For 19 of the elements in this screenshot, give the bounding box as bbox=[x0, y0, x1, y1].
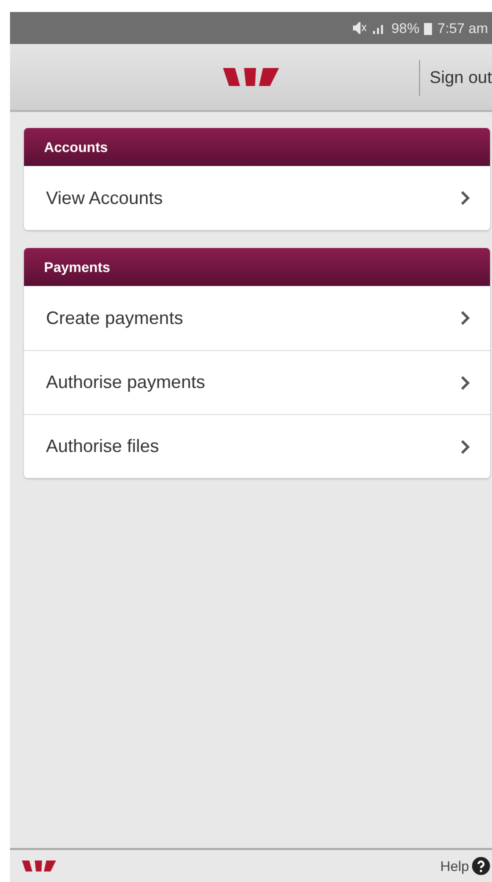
chevron-icon bbox=[460, 438, 470, 454]
battery-icon bbox=[424, 22, 432, 34]
logo-icon bbox=[223, 66, 279, 88]
section-header: Accounts bbox=[24, 128, 490, 166]
menu-item[interactable]: Authorise payments bbox=[24, 350, 490, 414]
mute-icon bbox=[353, 22, 368, 34]
battery-level: 98% bbox=[391, 20, 420, 36]
help-button[interactable]: Help bbox=[440, 857, 490, 875]
logo-icon bbox=[22, 859, 56, 873]
chevron-icon bbox=[460, 310, 470, 326]
chevron-icon bbox=[460, 374, 470, 390]
clock-time: 7:57 am bbox=[437, 20, 488, 36]
help-icon bbox=[472, 857, 490, 875]
section-header: Payments bbox=[24, 248, 490, 286]
menu-item[interactable]: Authorise files bbox=[24, 414, 490, 478]
menu-item[interactable]: View Accounts bbox=[24, 166, 490, 230]
sign-out-button[interactable]: Sign out bbox=[418, 60, 492, 96]
chevron-icon bbox=[460, 190, 470, 206]
menu-item[interactable]: Create payments bbox=[24, 286, 490, 350]
